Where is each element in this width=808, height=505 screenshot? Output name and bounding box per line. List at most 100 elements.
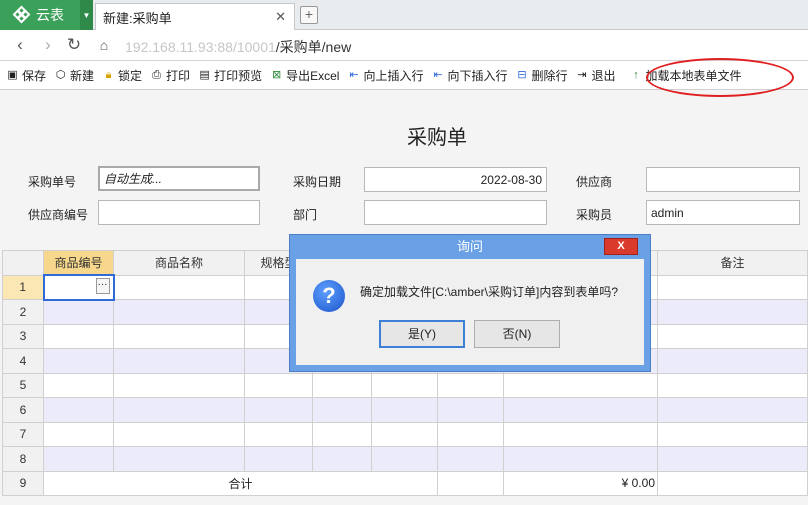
save-button[interactable]: ▣ 保存 — [6, 67, 46, 84]
row-number[interactable]: 6 — [2, 397, 44, 423]
row-number[interactable]: 9 — [2, 470, 44, 496]
grid-cell[interactable] — [113, 372, 245, 398]
new-button[interactable]: ⬡ 新建 — [54, 67, 94, 84]
grid-cell[interactable] — [244, 446, 313, 472]
forward-icon[interactable]: › — [38, 35, 58, 55]
exit-button[interactable]: ⇥ 退出 — [575, 67, 615, 84]
print-label: 打印 — [166, 68, 191, 83]
buyer-field[interactable]: admin — [646, 200, 800, 225]
grid-cell[interactable] — [503, 397, 658, 423]
grid-cell[interactable] — [657, 470, 808, 496]
grid-cell[interactable] — [43, 397, 114, 423]
lock-button[interactable]: 🔒︎ 锁定 — [102, 67, 142, 84]
grid-cell[interactable] — [657, 421, 808, 447]
column-header[interactable]: 备注 — [657, 250, 808, 276]
grid-cell[interactable] — [657, 446, 808, 472]
print-preview-button[interactable]: ▤ 打印预览 — [198, 67, 262, 84]
dept-field[interactable] — [364, 200, 547, 225]
dialog-close-button[interactable]: X — [604, 238, 638, 255]
form-title: 采购单 — [407, 127, 467, 149]
grid-cell[interactable] — [437, 421, 504, 447]
dialog-message: 确定加载文件[C:\amber\采购订单]内容到表单吗? — [360, 285, 619, 299]
grid-cell[interactable] — [503, 421, 658, 447]
grid-cell[interactable] — [437, 372, 504, 398]
date-field[interactable]: 2022-08-30 — [364, 167, 547, 192]
grid-cell[interactable] — [43, 421, 114, 447]
grid-cell[interactable] — [43, 348, 114, 374]
grid-cell[interactable] — [371, 397, 438, 423]
app-menu-button[interactable]: 云表 — [0, 0, 80, 30]
grid-cell[interactable] — [113, 299, 245, 325]
reload-icon[interactable]: ↻ — [64, 35, 84, 55]
url-field[interactable]: 192.168.11.93:88/10001/采购单/new — [125, 37, 351, 57]
active-cell[interactable]: ··· — [42, 274, 115, 301]
question-icon: ? — [313, 280, 345, 312]
grid-cell[interactable] — [312, 446, 372, 472]
lock-label: 锁定 — [118, 68, 143, 83]
grid-cell[interactable] — [244, 397, 313, 423]
new-tab-button[interactable]: + — [300, 6, 318, 24]
yes-button[interactable]: 是(Y) — [379, 320, 465, 348]
insert-above-button[interactable]: ⇤ 向上插入行 — [347, 67, 423, 84]
app-dropdown-button[interactable]: ▼ — [80, 0, 93, 30]
grid-cell[interactable] — [113, 421, 245, 447]
grid-cell[interactable] — [371, 421, 438, 447]
grid-cell[interactable] — [43, 446, 114, 472]
grid-cell[interactable] — [371, 446, 438, 472]
export-excel-label: 导出Excel — [286, 68, 340, 83]
grid-cell[interactable] — [43, 299, 114, 325]
grid-cell[interactable] — [312, 397, 372, 423]
grid-cell[interactable] — [113, 446, 245, 472]
column-header[interactable]: 商品名称 — [113, 250, 245, 276]
grid-cell[interactable] — [657, 323, 808, 349]
grid-cell[interactable] — [657, 299, 808, 325]
grid-cell[interactable] — [312, 421, 372, 447]
export-excel-button[interactable]: ⊠ 导出Excel — [270, 67, 339, 84]
grid-cell[interactable] — [437, 446, 504, 472]
grid-cell[interactable] — [113, 274, 245, 300]
back-icon[interactable]: ‹ — [10, 35, 30, 55]
row-number[interactable]: 5 — [2, 372, 44, 398]
grid-cell[interactable] — [43, 372, 114, 398]
home-icon[interactable]: ⌂ — [94, 35, 114, 55]
grid-cell[interactable] — [113, 397, 245, 423]
url-host: 192.168.11.93:88/10001 — [125, 39, 276, 55]
row-number[interactable]: 4 — [2, 348, 44, 374]
tab-purchase-order[interactable]: 新建:采购单 ✕ — [95, 3, 295, 30]
grid-cell[interactable] — [657, 372, 808, 398]
grid-cell[interactable] — [437, 470, 504, 496]
order-no-field[interactable]: 自动生成... — [98, 166, 260, 191]
insert-below-button[interactable]: ⇤ 向下插入行 — [431, 67, 507, 84]
lookup-button[interactable]: ··· — [95, 278, 110, 294]
grid-cell[interactable] — [437, 397, 504, 423]
app-name: 云表 — [36, 7, 64, 23]
delete-row-button[interactable]: ⊟ 删除行 — [515, 67, 567, 84]
grid-cell[interactable] — [113, 348, 245, 374]
grid-cell[interactable] — [113, 323, 245, 349]
supplier-field[interactable] — [646, 167, 800, 192]
grid-cell[interactable] — [657, 274, 808, 300]
row-number[interactable]: 3 — [2, 323, 44, 349]
grid-cell[interactable] — [371, 372, 438, 398]
grid-cell[interactable] — [43, 323, 114, 349]
row-number[interactable]: 8 — [2, 446, 44, 472]
row-number[interactable]: 2 — [2, 299, 44, 325]
grid-cell[interactable] — [244, 421, 313, 447]
supplier-code-label: 供应商编号 — [28, 208, 89, 222]
print-button[interactable]: ⎙ 打印 — [150, 67, 190, 84]
row-number[interactable]: 1 — [2, 274, 44, 300]
grid-cell[interactable] — [244, 372, 313, 398]
delete-row-label: 删除行 — [531, 68, 568, 83]
grid-cell[interactable] — [657, 397, 808, 423]
date-label: 采购日期 — [293, 175, 342, 189]
column-header[interactable]: 商品编号 — [43, 250, 114, 276]
tab-close-icon[interactable]: ✕ — [275, 9, 286, 25]
grid-cell[interactable] — [503, 446, 658, 472]
grid-cell[interactable] — [312, 372, 372, 398]
row-number[interactable]: 7 — [2, 421, 44, 447]
no-button[interactable]: 否(N) — [474, 320, 560, 348]
supplier-code-field[interactable] — [98, 200, 260, 225]
tab-title: 新建:采购单 — [103, 10, 172, 26]
grid-cell[interactable] — [503, 372, 658, 398]
grid-cell[interactable] — [657, 348, 808, 374]
